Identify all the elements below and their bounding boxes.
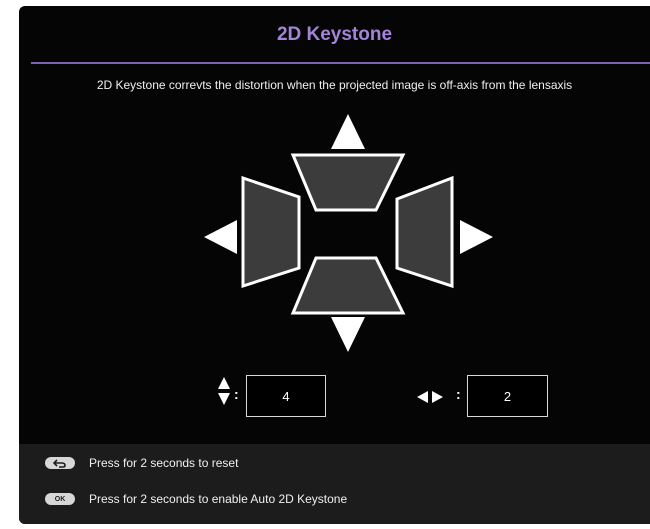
bottom-keystone-trapezoid[interactable] [290, 256, 406, 315]
keystone-dialog: 2D Keystone 2D Keystone correvts the dis… [19, 6, 650, 524]
ok-key-icon: OK [45, 493, 75, 505]
horizontal-colon: : [456, 386, 461, 402]
left-arrow-button[interactable] [204, 220, 237, 254]
horizontal-keystone-value[interactable]: 2 [467, 375, 548, 417]
down-arrow-button[interactable] [331, 317, 365, 352]
horizontal-adjust-icon [417, 391, 443, 403]
top-keystone-trapezoid[interactable] [290, 153, 406, 212]
right-arrow-button[interactable] [460, 220, 493, 254]
vertical-keystone-value[interactable]: 4 [246, 375, 326, 417]
vertical-colon: : [234, 386, 239, 402]
back-arrow-icon [45, 457, 75, 469]
left-keystone-trapezoid[interactable] [241, 175, 301, 289]
auto-keystone-hint: OK Press for 2 seconds to enable Auto 2D… [45, 490, 347, 508]
right-keystone-trapezoid[interactable] [395, 175, 454, 289]
up-arrow-button[interactable] [331, 114, 365, 149]
vertical-adjust-icon [218, 377, 230, 405]
auto-keystone-hint-text: Press for 2 seconds to enable Auto 2D Ke… [89, 492, 348, 506]
reset-hint: Press for 2 seconds to reset [45, 454, 238, 472]
reset-hint-text: Press for 2 seconds to reset [89, 456, 239, 470]
hint-footer: Press for 2 seconds to reset OK Press fo… [19, 444, 650, 524]
